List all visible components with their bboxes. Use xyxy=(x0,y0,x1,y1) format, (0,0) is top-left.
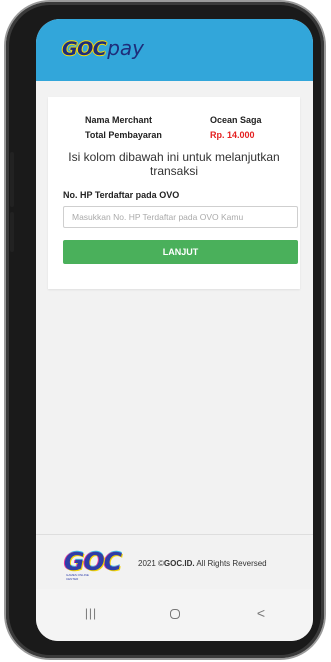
logo-goc-text: GOC xyxy=(62,38,107,60)
total-value: Rp. 14.000 xyxy=(210,130,255,140)
merchant-value: Ocean Saga xyxy=(210,115,262,125)
footer: GOC GAMES ONLINE CENTER 2021 ©GOC.ID. Al… xyxy=(36,534,313,590)
home-icon[interactable] xyxy=(160,603,190,623)
copyright-brand: GOC.ID. xyxy=(163,559,195,568)
instruction-text: Isi kolom dibawah ini untuk melanjutkan … xyxy=(68,150,280,178)
recent-apps-icon[interactable]: ||| xyxy=(76,603,106,623)
header-bar: GOC pay xyxy=(36,19,313,81)
android-nav-bar: ||| < xyxy=(36,589,313,641)
phone-frame: GOC pay Nama Merchant Ocean Saga Total P… xyxy=(6,2,324,658)
goc-footer-logo: GOC GAMES ONLINE CENTER xyxy=(64,547,122,581)
payment-card: Nama Merchant Ocean Saga Total Pembayara… xyxy=(48,97,300,289)
merchant-label: Nama Merchant xyxy=(85,115,153,125)
phone-number-input[interactable] xyxy=(63,206,298,228)
copyright-suffix: All Rights Reversed xyxy=(194,559,267,568)
continue-button[interactable]: LANJUT xyxy=(63,240,298,264)
back-icon[interactable]: < xyxy=(246,603,276,623)
phone-field-label: No. HP Terdaftar pada OVO xyxy=(63,190,180,200)
copyright-text: 2021 ©GOC.ID. All Rights Reversed xyxy=(138,559,267,568)
footer-logo-subtext: GAMES ONLINE CENTER xyxy=(66,573,89,581)
screen: GOC pay Nama Merchant Ocean Saga Total P… xyxy=(36,19,313,641)
footer-logo-text: GOC xyxy=(64,547,122,576)
volume-button xyxy=(10,152,14,207)
gocpay-logo: GOC pay xyxy=(62,36,144,60)
power-button xyxy=(10,212,14,252)
total-label: Total Pembayaran xyxy=(85,130,162,140)
logo-pay-text: pay xyxy=(107,36,144,60)
copyright-prefix: 2021 © xyxy=(138,559,164,568)
